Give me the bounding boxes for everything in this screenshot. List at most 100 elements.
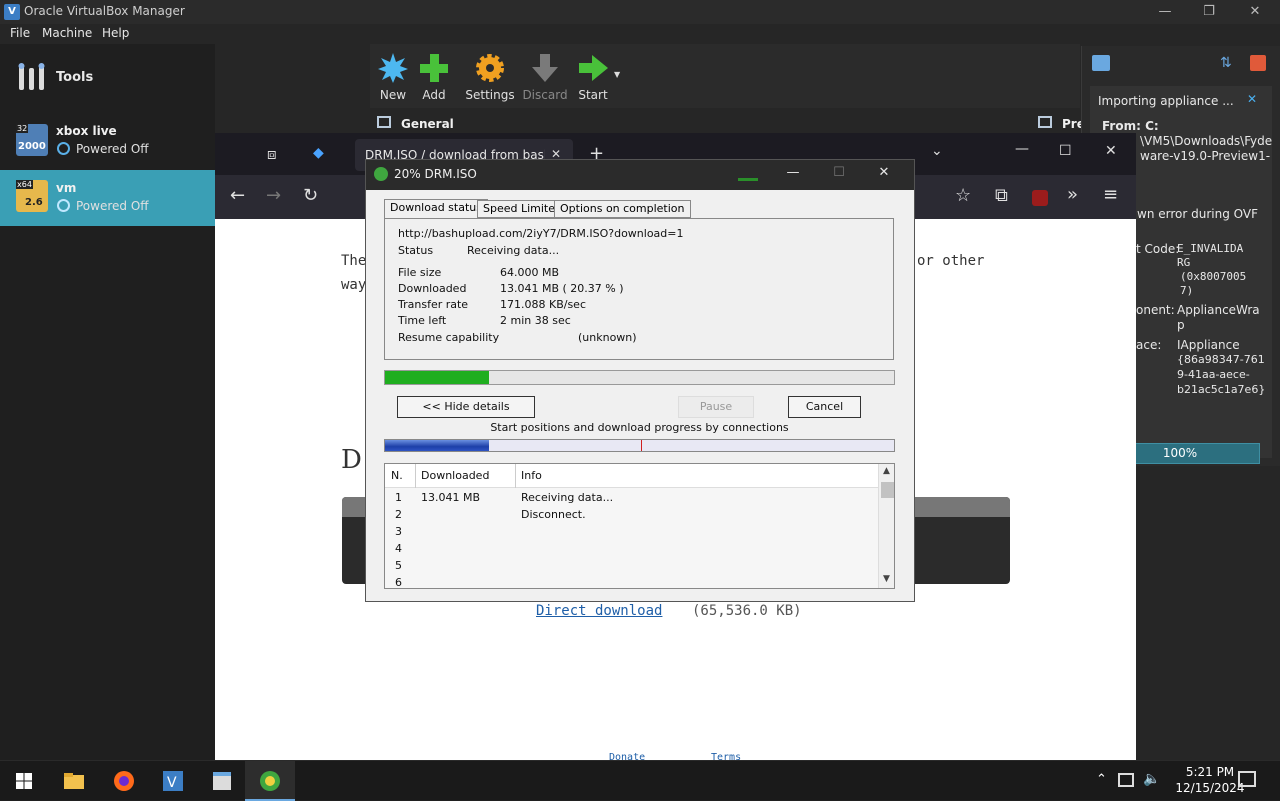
general-section-title: General: [401, 117, 454, 131]
tray-chevron-up-icon[interactable]: ⌃: [1096, 772, 1107, 787]
powered-off-icon: [57, 142, 70, 155]
notepad-icon[interactable]: [208, 767, 236, 795]
idm-minimize-icon[interactable]: —: [778, 165, 808, 183]
forward-icon[interactable]: →: [266, 185, 281, 206]
table-scrollbar[interactable]: ▲ ▼: [878, 464, 894, 588]
menubar: File Machine Help: [0, 24, 370, 44]
table-cell-n: 2: [395, 508, 402, 521]
network-icon[interactable]: [1118, 773, 1134, 787]
table-cell-n: 4: [395, 542, 402, 555]
browser-close-icon[interactable]: ✕: [1105, 143, 1117, 159]
virtualbox-taskbar-icon[interactable]: V: [159, 767, 187, 795]
menu-machine[interactable]: Machine: [42, 26, 92, 40]
idm-download-dialog: 20% DRM.ISO — ☐ ✕ Download status Speed …: [365, 159, 915, 602]
table-header: N. Downloaded Info: [385, 464, 878, 488]
start-button[interactable]: Start: [568, 50, 618, 106]
powered-off-icon: [57, 199, 70, 212]
menu-hamburger-icon[interactable]: ≡: [1103, 184, 1118, 205]
windows-taskbar: V ⌃ 🔈 5:21 PM 12/15/2024: [0, 760, 1280, 801]
discard-button[interactable]: Discard: [520, 50, 570, 106]
windows-start-icon[interactable]: [10, 767, 38, 795]
tab-options-on-completion[interactable]: Options on completion: [554, 200, 691, 218]
minimize-icon[interactable]: —: [1150, 2, 1180, 22]
vm-state: Powered Off: [76, 142, 149, 156]
connection-progress-fill: [385, 440, 489, 451]
idm-activity-icon: [738, 178, 758, 181]
direct-download-link[interactable]: Direct download: [536, 603, 662, 619]
close-icon[interactable]: ✕: [1240, 2, 1270, 22]
settings-button[interactable]: Settings: [465, 50, 515, 106]
menu-help[interactable]: Help: [102, 26, 129, 40]
hide-details-button[interactable]: << Hide details: [397, 396, 535, 418]
volume-muted-icon[interactable]: 🔈: [1143, 771, 1160, 787]
status-value: Receiving data...: [467, 244, 560, 257]
table-cell-n: 3: [395, 525, 402, 538]
arrow-right-icon: [579, 55, 608, 81]
ublock-icon[interactable]: [1032, 190, 1048, 206]
add-button[interactable]: Add: [409, 50, 459, 106]
vm-item-xbox-live[interactable]: 32 2000 xbox live Powered Off: [0, 114, 215, 170]
file-explorer-icon[interactable]: [60, 767, 88, 795]
taskbar-idm-active[interactable]: [245, 761, 295, 801]
idm-close-icon[interactable]: ✕: [869, 165, 899, 183]
tab-speed-limiter[interactable]: Speed Limiter: [477, 200, 566, 218]
pause-button[interactable]: Pause: [678, 396, 754, 418]
reload-icon[interactable]: ↻: [303, 185, 318, 206]
virtualbox-logo-icon: V: [4, 4, 20, 20]
tab-list-chevron-icon[interactable]: ⌄: [931, 143, 943, 159]
extensions-icon[interactable]: ⧉: [995, 185, 1008, 206]
file-size-value: 64.000 MB: [500, 266, 560, 279]
scroll-thumb[interactable]: [881, 482, 894, 498]
idm-maximize-icon: ☐: [833, 165, 845, 180]
vm-item-vm[interactable]: x64 2.6 vm Powered Off: [0, 170, 215, 226]
notification-title: Importing appliance ...: [1098, 94, 1234, 108]
vm-name: xbox live: [56, 124, 117, 138]
preview-monitor-icon: [1038, 116, 1052, 128]
table-cell-n: 6: [395, 576, 402, 589]
download-progress-fill: [385, 371, 489, 384]
transfer-rate-value: 171.088 KB/sec: [500, 298, 586, 311]
tools-icon: [18, 63, 45, 90]
idm-body: Download status Speed Limiter Options on…: [366, 190, 914, 601]
scroll-up-icon[interactable]: ▲: [883, 466, 890, 476]
action-center-icon[interactable]: [1238, 771, 1256, 787]
close-notification-icon[interactable]: ✕: [1247, 92, 1257, 106]
table-cell-downloaded: 13.041 MB: [421, 491, 481, 504]
connection-start-marker: [641, 440, 642, 451]
new-star-icon: [378, 53, 408, 83]
table-cell-info: Receiving data...: [521, 491, 614, 504]
window-title: Oracle VirtualBox Manager: [24, 4, 185, 18]
browser-minimize-icon[interactable]: —: [1015, 141, 1029, 157]
menu-file[interactable]: File: [10, 26, 30, 40]
tab-download-status[interactable]: Download status: [384, 199, 488, 219]
download-status-panel: http://bashupload.com/2iyY7/DRM.ISO?down…: [384, 218, 894, 360]
clear-notifications-icon[interactable]: [1250, 55, 1266, 71]
cancel-button[interactable]: Cancel: [788, 396, 861, 418]
connections-table: N. Downloaded Info 1 13.041 MB Receiving d…: [384, 463, 895, 589]
idm-taskbar-icon: [260, 771, 280, 791]
vm-state: Powered Off: [76, 199, 149, 213]
connections-progress-bar: [384, 439, 895, 452]
vbox-titlebar: V Oracle VirtualBox Manager — ❐ ✕: [0, 0, 1280, 24]
monitor-icon: [377, 116, 391, 128]
arrow-down-icon: [532, 54, 558, 82]
table-cell-info: Disconnect.: [521, 508, 586, 521]
resume-value: (unknown): [578, 331, 637, 344]
restore-icon[interactable]: ❐: [1194, 2, 1224, 22]
notification-toggle-icon[interactable]: [1092, 55, 1110, 71]
time-left-value: 2 min 38 sec: [500, 314, 571, 327]
more-tools-icon[interactable]: »: [1067, 184, 1078, 205]
plus-icon: [420, 54, 448, 82]
os-windows2000-icon: 32 2000: [16, 124, 48, 156]
scroll-down-icon[interactable]: ▼: [883, 574, 890, 584]
browser-maximize-icon[interactable]: ☐: [1059, 143, 1072, 159]
sort-icon[interactable]: ⇅: [1220, 55, 1232, 71]
bookmark-star-icon[interactable]: ☆: [955, 185, 971, 206]
page-heading: D: [341, 445, 362, 475]
start-dropdown-icon[interactable]: ▼: [614, 70, 620, 79]
pinned-tab-icon[interactable]: ◆: [313, 145, 324, 161]
firefox-icon[interactable]: [110, 767, 138, 795]
tab-overview-icon[interactable]: ⧈: [267, 145, 277, 163]
download-url: http://bashupload.com/2iyY7/DRM.ISO?down…: [398, 227, 684, 240]
back-icon[interactable]: ←: [230, 185, 245, 206]
